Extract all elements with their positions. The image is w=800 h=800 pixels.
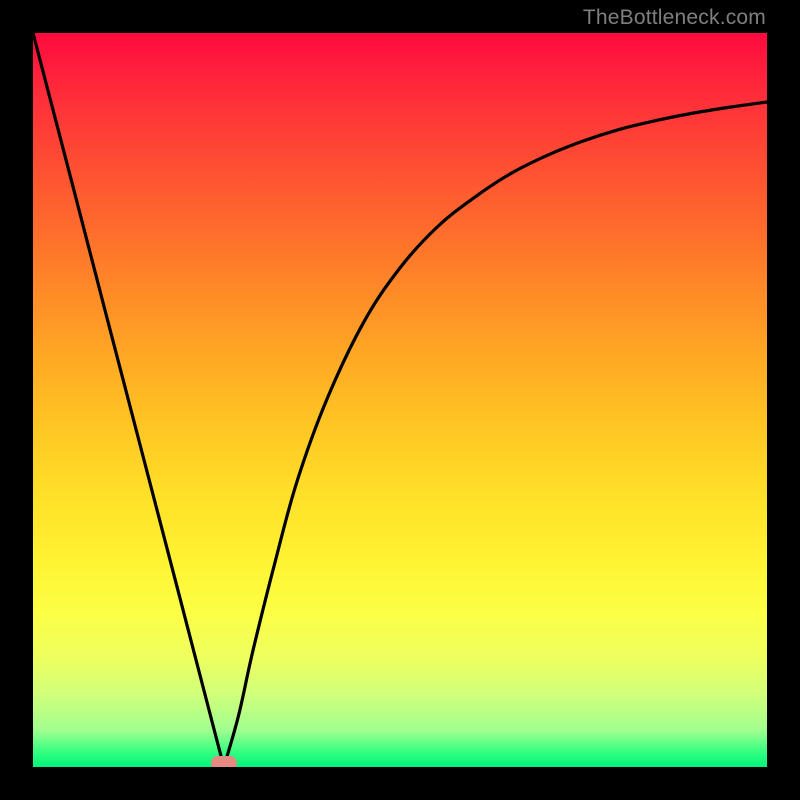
curve-layer: [33, 33, 767, 767]
optimum-marker: [211, 756, 237, 767]
attribution-text: TheBottleneck.com: [583, 6, 766, 30]
bottleneck-curve: [33, 33, 767, 767]
plot-area: [33, 33, 767, 767]
outer-frame: TheBottleneck.com: [0, 0, 800, 800]
